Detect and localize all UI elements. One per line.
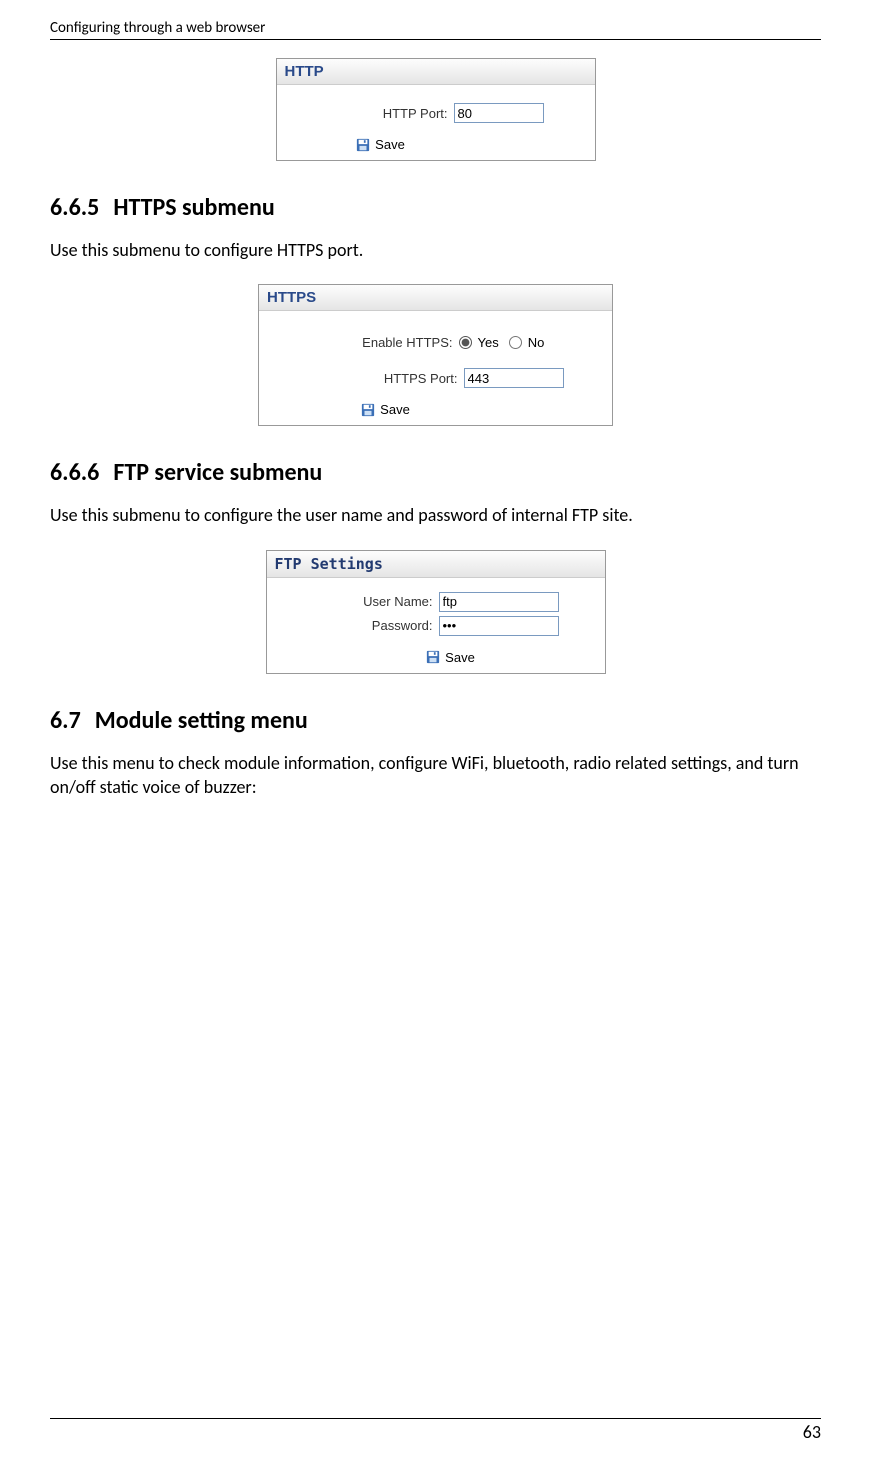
https-port-label: HTTPS Port: — [308, 371, 458, 386]
save-icon — [426, 650, 440, 664]
save-icon — [356, 138, 370, 152]
ftp-save-label: Save — [445, 650, 475, 665]
enable-https-yes-radio[interactable] — [459, 336, 472, 349]
http-panel: HTTP HTTP Port: Save — [276, 58, 596, 161]
section-67-num: 6.7 — [50, 706, 81, 735]
ftp-pass-input[interactable] — [439, 616, 559, 636]
ftp-user-label: User Name: — [313, 594, 433, 609]
section-67-heading: 6.7 Module setting menu — [50, 706, 821, 735]
section-666-heading: 6.6.6 FTP service submenu — [50, 458, 821, 487]
http-save-label: Save — [375, 137, 405, 152]
https-port-input[interactable] — [464, 368, 564, 388]
https-save-button[interactable]: Save — [169, 398, 602, 417]
enable-https-no-label: No — [528, 335, 545, 350]
section-665-heading: 6.6.5 HTTPS submenu — [50, 193, 821, 222]
ftp-user-input[interactable] — [439, 592, 559, 612]
enable-https-label: Enable HTTPS: — [303, 335, 453, 350]
save-icon — [361, 403, 375, 417]
page-header: Configuring through a web browser — [50, 19, 265, 37]
https-save-label: Save — [380, 402, 410, 417]
section-665-title: HTTPS submenu — [113, 193, 274, 222]
section-666-title: FTP service submenu — [113, 458, 322, 487]
https-panel-title: HTTPS — [259, 285, 612, 311]
enable-https-no-radio[interactable] — [509, 336, 522, 349]
page-number: 63 — [803, 1421, 821, 1443]
ftp-pass-label: Password: — [313, 618, 433, 633]
section-67-body: Use this menu to check module informatio… — [50, 751, 821, 800]
section-666-body: Use this submenu to configure the user n… — [50, 503, 821, 527]
enable-https-yes-label: Yes — [478, 335, 499, 350]
section-665-body: Use this submenu to configure HTTPS port… — [50, 238, 821, 262]
ftp-panel: FTP Settings User Name: Password: Save — [266, 550, 606, 674]
section-666-num: 6.6.6 — [50, 458, 99, 487]
http-port-input[interactable] — [454, 103, 544, 123]
https-panel: HTTPS Enable HTTPS: Yes No HTTPS Port: — [258, 284, 613, 426]
http-panel-title: HTTP — [277, 59, 595, 85]
section-67-title: Module setting menu — [95, 706, 308, 735]
http-save-button[interactable]: Save — [177, 133, 585, 152]
ftp-panel-title: FTP Settings — [267, 551, 605, 578]
ftp-save-button[interactable]: Save — [307, 646, 595, 665]
section-665-num: 6.6.5 — [50, 193, 99, 222]
http-port-label: HTTP Port: — [328, 106, 448, 121]
